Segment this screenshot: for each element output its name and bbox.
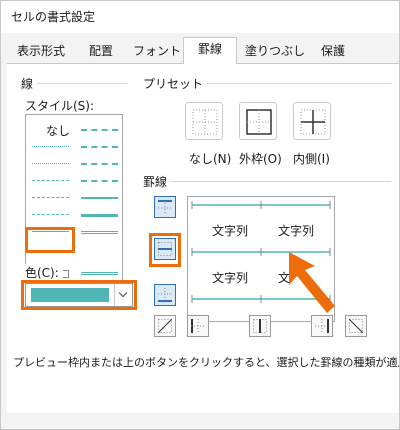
line-style-dash-dot[interactable] [32, 197, 69, 198]
preview-text: 文字列 [212, 224, 249, 238]
hint-text: プレビュー枠内または上のボタンをクリックすると、選択した罫線の種類が適用されます [13, 356, 399, 369]
border-bottom-button[interactable] [154, 284, 176, 306]
preset-inside-label: 内側(I) [293, 152, 330, 166]
color-highlight [21, 280, 137, 310]
tab-number-format[interactable]: 表示形式 [7, 40, 75, 63]
border-left-icon [191, 319, 205, 333]
selected-style-highlight [25, 227, 75, 253]
line-style-medium-dash-dot[interactable] [81, 129, 118, 131]
line-style-thick[interactable] [81, 214, 118, 217]
border-group-label: 罫線 [143, 173, 172, 190]
border-tab-panel: 線 スタイル(S): なし 色(C): プリセット なし(N) 外枠(O) 内側… [7, 63, 399, 413]
border-diagonal-up-icon [158, 319, 172, 333]
preset-group-label: プリセット [143, 75, 208, 92]
border-diagonal-down-button[interactable] [345, 315, 367, 337]
tab-protection[interactable]: 保護 [311, 40, 355, 63]
color-label: 色(C): [25, 264, 63, 281]
border-right-icon [315, 319, 329, 333]
line-group-label: 線 [21, 75, 38, 92]
tab-border[interactable]: 罫線 [183, 37, 237, 64]
line-style-double[interactable] [81, 231, 118, 234]
tab-font[interactable]: フォント [127, 40, 187, 63]
border-none-icon [192, 109, 218, 135]
preset-none-label: なし(N) [189, 152, 232, 166]
border-top-button[interactable] [154, 196, 176, 218]
border-diagonal-up-button[interactable] [154, 315, 176, 337]
line-style-slant-dash-dot[interactable] [81, 146, 118, 148]
border-vertical-inside-button[interactable] [249, 315, 271, 337]
pointer-arrow-icon [289, 252, 335, 313]
border-left-button[interactable] [187, 315, 209, 337]
line-style-medium[interactable] [81, 197, 118, 199]
tab-strip: 表示形式 配置 フォント 罫線 塗りつぶし 保護 [1, 37, 399, 64]
line-style-double-alt[interactable] [81, 272, 118, 275]
line-style-dotted[interactable] [32, 163, 69, 164]
line-style-dash-dot-dot[interactable] [32, 180, 69, 181]
line-style-medium-dash-dot-dot[interactable] [81, 163, 118, 165]
border-top-icon [158, 200, 172, 214]
line-style-medium-dashed[interactable] [81, 180, 118, 182]
border-outline-icon [246, 109, 272, 135]
border-inside-icon [300, 109, 326, 135]
preset-outline-button[interactable] [239, 102, 277, 140]
border-diagonal-down-icon [349, 319, 363, 333]
border-group-divider [143, 181, 391, 182]
preset-inside-button[interactable] [293, 102, 331, 140]
format-cells-dialog: セルの書式設定 表示形式 配置 フォント 罫線 塗りつぶし 保護 線 スタイル(… [0, 0, 400, 430]
line-style-none[interactable]: なし [46, 122, 70, 139]
border-bottom-icon [158, 288, 172, 302]
preset-outline-label: 外枠(O) [239, 152, 282, 166]
border-vertical-inside-icon [253, 319, 267, 333]
line-style-dashed[interactable] [32, 214, 69, 215]
style-label: スタイル(S): [25, 97, 99, 114]
dialog-title: セルの書式設定 [11, 10, 96, 24]
title-bar: セルの書式設定 [1, 1, 399, 33]
border-button-highlight [149, 233, 181, 267]
preview-text: 文字列 [278, 224, 315, 238]
tab-alignment[interactable]: 配置 [79, 40, 123, 63]
line-style-hairline[interactable] [32, 146, 69, 147]
preview-text: 文字列 [212, 271, 249, 285]
preset-none-button[interactable] [185, 102, 223, 140]
tab-fill[interactable]: 塗りつぶし [241, 40, 309, 63]
